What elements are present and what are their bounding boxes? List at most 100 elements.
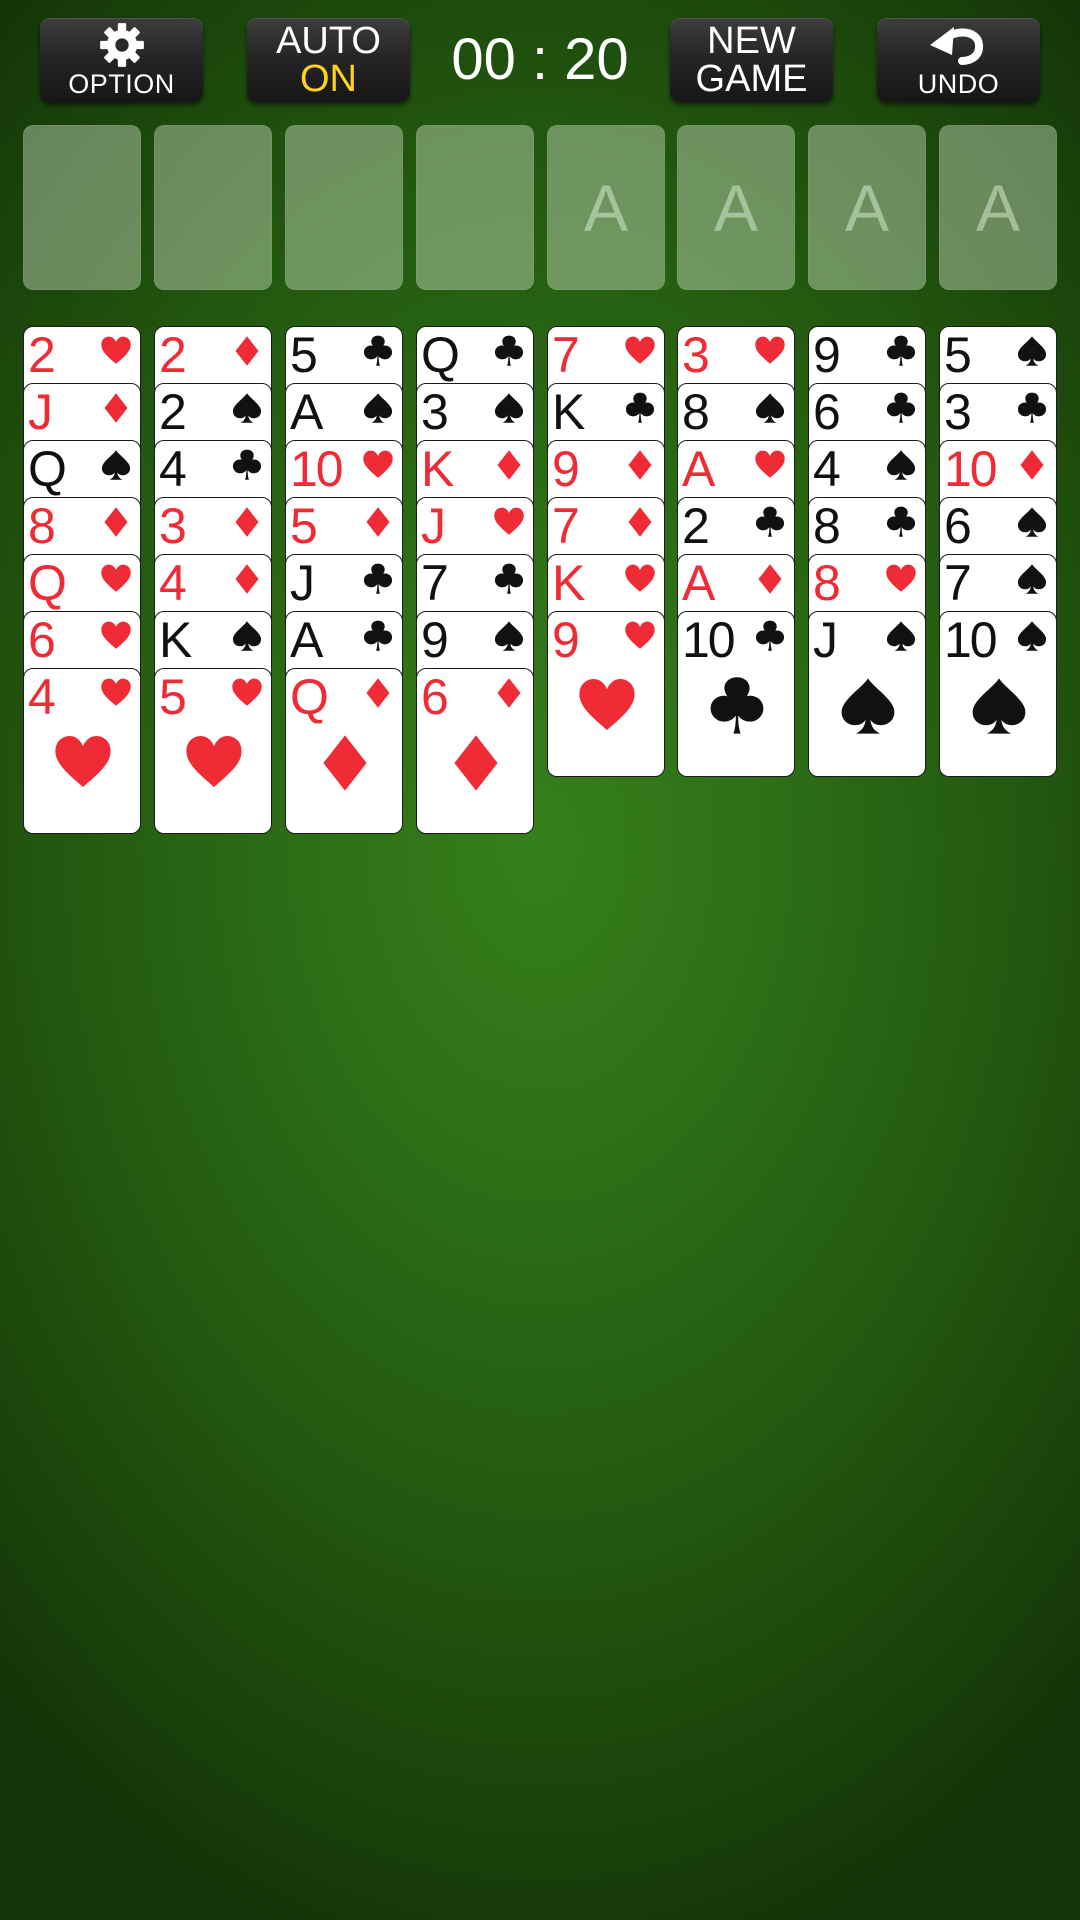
card[interactable]: J [808,611,926,777]
card-rank: A [290,612,323,668]
card-rank: 9 [552,441,580,497]
diamonds-large-icon [315,733,375,793]
spades-icon [1016,506,1048,538]
diamonds-icon [493,677,525,709]
card-rank: 4 [159,441,187,497]
card[interactable]: 4 [23,668,141,834]
clubs-icon [754,620,786,652]
spades-icon [493,620,525,652]
diamonds-icon [362,677,394,709]
hearts-icon [100,620,132,652]
clubs-icon [754,506,786,538]
spades-large-icon [838,676,898,736]
card-rank: Q [421,327,460,383]
card-rank: 6 [944,498,972,554]
card[interactable]: 9 [547,611,665,777]
foundation-label: A [844,170,890,245]
card[interactable]: 6 [416,668,534,834]
card-rank: 8 [813,555,841,611]
clubs-icon [624,392,656,424]
card-rank: A [682,555,715,611]
clubs-icon [362,563,394,595]
card-rank: 2 [28,327,56,383]
clubs-large-icon [707,676,767,736]
card-rank: 8 [28,498,56,554]
card-rank: J [28,384,53,440]
auto-state: ON [300,58,357,100]
card[interactable]: 5 [154,668,272,834]
diamonds-icon [100,392,132,424]
option-label: OPTION [68,69,175,99]
card-rank: J [421,498,446,554]
hearts-icon [493,506,525,538]
new-game-button[interactable]: NEW GAME [670,18,833,102]
clubs-icon [885,506,917,538]
foundation-4[interactable]: A [939,125,1057,290]
card-rank: 3 [944,384,972,440]
free-cell-3[interactable] [285,125,403,290]
clubs-icon [885,335,917,367]
card-rank: 3 [421,384,449,440]
hearts-icon [624,620,656,652]
diamonds-icon [231,506,263,538]
free-cell-2[interactable] [154,125,272,290]
auto-toggle-button[interactable]: AUTO ON [247,18,410,102]
option-button[interactable]: OPTION [40,18,203,102]
card-rank: Q [28,441,67,497]
card-rank: 5 [944,327,972,383]
card-rank: Q [28,555,67,611]
foundation-1[interactable]: A [547,125,665,290]
card-rank: 3 [159,498,187,554]
diamonds-icon [231,563,263,595]
card-rank: 2 [682,498,710,554]
spades-icon [231,620,263,652]
card[interactable]: 10 [677,611,795,777]
card-rank: 10 [944,441,998,497]
auto-label: AUTO [276,20,381,62]
card[interactable]: 10 [939,611,1057,777]
card-rank: 9 [421,612,449,668]
card-rank: 4 [28,669,56,725]
new-game-label-line2: GAME [695,58,808,100]
hearts-large-icon [184,733,244,793]
diamonds-icon [624,506,656,538]
hearts-icon [624,335,656,367]
card-rank: 7 [552,327,580,383]
undo-arrow-icon [877,20,1040,70]
clubs-icon [1016,392,1048,424]
card-rank: 10 [290,441,344,497]
free-cell-1[interactable] [23,125,141,290]
hearts-icon [885,563,917,595]
free-cell-4[interactable] [416,125,534,290]
foundation-label: A [975,170,1021,245]
card-rank: 10 [682,612,736,668]
undo-label: UNDO [917,69,1000,99]
card-rank: 4 [813,441,841,497]
card-rank: 3 [682,327,710,383]
top-toolbar: OPTION AUTO ON 00 : 20 NEW GAME UNDO [0,0,1080,120]
card-rank: 7 [944,555,972,611]
card-rank: 6 [421,669,449,725]
diamonds-large-icon [446,733,506,793]
spades-icon [1016,335,1048,367]
foundation-label: A [583,170,629,245]
card-rank: 5 [290,498,318,554]
hearts-icon [231,677,263,709]
undo-button[interactable]: UNDO [877,18,1040,102]
card-rank: 7 [421,555,449,611]
hearts-icon [100,563,132,595]
foundation-2[interactable]: A [677,125,795,290]
gear-icon [40,20,203,70]
hearts-icon [100,677,132,709]
hearts-icon [754,449,786,481]
card-rank: J [813,612,838,668]
foundation-3[interactable]: A [808,125,926,290]
clubs-icon [362,620,394,652]
spades-icon [885,449,917,481]
spades-icon [885,620,917,652]
card-rank: 2 [159,384,187,440]
card-rank: K [159,612,192,668]
hearts-large-icon [53,733,113,793]
card[interactable]: Q [285,668,403,834]
game-timer: 00 : 20 [451,27,629,92]
